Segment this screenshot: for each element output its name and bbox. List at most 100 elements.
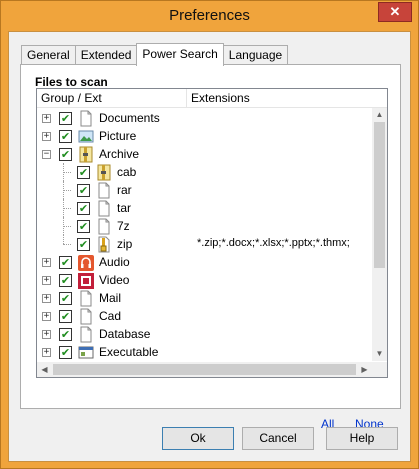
tree-rows: + ✔ Documents + ✔ Picture − ✔ Archive ✔ cab ✔ rar ✔ ta… [37, 109, 372, 361]
row-checkbox[interactable]: ✔ [59, 310, 72, 323]
row-label: Audio [99, 255, 130, 269]
expand-icon[interactable]: + [42, 276, 51, 285]
power-search-panel: Files to scan Group / Ext Extensions + ✔ D… [20, 64, 401, 431]
tree-connector [63, 190, 71, 191]
scroll-right-arrow-icon[interactable]: ▶ [357, 363, 372, 377]
row-checkbox[interactable]: ✔ [59, 256, 72, 269]
tree-column-header: Group / Ext Extensions [37, 89, 387, 108]
column-extensions[interactable]: Extensions [187, 89, 387, 108]
row-label: 7z [117, 219, 130, 233]
row-label: zip [117, 237, 133, 251]
tree-group-row[interactable]: + ✔ Picture [37, 127, 372, 145]
vertical-scrollbar[interactable]: ▲ ▼ [372, 108, 387, 361]
collapse-icon[interactable]: − [42, 150, 51, 159]
tree-group-row[interactable]: − ✔ Archive [37, 145, 372, 163]
expand-icon[interactable]: + [42, 132, 51, 141]
tab-extended[interactable]: Extended [74, 45, 138, 65]
tree-group-row[interactable]: + ✔ Cad [37, 307, 372, 325]
row-checkbox[interactable]: ✔ [59, 148, 72, 161]
scroll-up-arrow-icon[interactable]: ▲ [372, 108, 387, 122]
tree-connector [63, 217, 64, 235]
window-title: Preferences [169, 7, 250, 24]
document-icon [78, 110, 94, 127]
ok-button[interactable]: Ok [162, 427, 234, 450]
tab-power-search[interactable]: Power Search [136, 43, 224, 66]
expand-icon[interactable]: + [42, 330, 51, 339]
help-button[interactable]: Help [326, 427, 398, 450]
row-checkbox[interactable]: ✔ [77, 220, 90, 233]
blank-file-icon [96, 218, 112, 235]
row-checkbox[interactable]: ✔ [59, 130, 72, 143]
title-bar[interactable]: Preferences ✕ [1, 1, 418, 31]
tree-connector [63, 244, 71, 245]
horizontal-scroll-thumb[interactable] [53, 364, 356, 375]
tree-group-row[interactable]: + ✔ Video [37, 271, 372, 289]
tree-connector [63, 199, 64, 217]
tree-connector [63, 226, 71, 227]
tree-child-row[interactable]: ✔ 7z [37, 217, 372, 235]
tree-group-row[interactable]: + ✔ Executable [37, 343, 372, 361]
row-label: Picture [99, 129, 137, 143]
blank-file-icon [96, 200, 112, 217]
cancel-button[interactable]: Cancel [242, 427, 314, 450]
files-to-scan-label: Files to scan [35, 75, 108, 89]
document-icon [78, 326, 94, 343]
tab-strip: General Extended Power Search Language [21, 43, 289, 66]
expand-icon[interactable]: + [42, 258, 51, 267]
tree-group-row[interactable]: + ✔ Database [37, 325, 372, 343]
tree-group-row[interactable]: + ✔ Audio [37, 253, 372, 271]
cab-archive-icon [96, 164, 112, 181]
tree-group-row[interactable]: + ✔ Documents [37, 109, 372, 127]
row-label: Executable [99, 345, 159, 359]
row-checkbox[interactable]: ✔ [77, 166, 90, 179]
tree-child-row[interactable]: ✔ cab [37, 163, 372, 181]
scroll-corner [372, 362, 387, 377]
executable-icon [78, 344, 94, 361]
scroll-down-arrow-icon[interactable]: ▼ [372, 347, 387, 361]
row-checkbox[interactable]: ✔ [77, 202, 90, 215]
tree-child-row[interactable]: ✔ tar [37, 199, 372, 217]
row-label: Video [99, 273, 130, 287]
column-group-ext[interactable]: Group / Ext [37, 89, 186, 108]
expand-icon[interactable]: + [42, 114, 51, 123]
tree-connector [63, 181, 64, 199]
close-icon: ✕ [389, 4, 401, 19]
row-label: Cad [99, 309, 122, 323]
row-checkbox[interactable]: ✔ [59, 112, 72, 125]
tree-group-row[interactable]: + ✔ Mail [37, 289, 372, 307]
expand-icon[interactable]: + [42, 348, 51, 357]
row-label: tar [117, 201, 132, 215]
tree-connector [63, 208, 71, 209]
vertical-scroll-thumb[interactable] [374, 122, 385, 268]
document-icon [78, 308, 94, 325]
close-button[interactable]: ✕ [378, 2, 412, 22]
tree-child-row[interactable]: ✔ rar [37, 181, 372, 199]
preferences-window: Preferences ✕ General Extended Power Sea… [0, 0, 419, 469]
tree-connector [63, 235, 64, 244]
file-type-tree[interactable]: Group / Ext Extensions + ✔ Documents + ✔ Pict… [36, 88, 388, 378]
tree-connector [63, 172, 71, 173]
expand-icon[interactable]: + [42, 312, 51, 321]
row-checkbox[interactable]: ✔ [59, 292, 72, 305]
row-checkbox[interactable]: ✔ [59, 346, 72, 359]
row-label: Database [99, 327, 151, 341]
row-label: Archive [99, 147, 140, 161]
row-label: Documents [99, 111, 160, 125]
headphones-icon [78, 254, 94, 271]
expand-icon[interactable]: + [42, 294, 51, 303]
row-label: Mail [99, 291, 122, 305]
zip-archive-icon [96, 236, 112, 253]
row-checkbox[interactable]: ✔ [59, 274, 72, 287]
scroll-left-arrow-icon[interactable]: ◀ [37, 363, 52, 377]
row-checkbox[interactable]: ✔ [59, 328, 72, 341]
tree-child-row[interactable]: ✔ zip *.zip;*.docx;*.xlsx;*.pptx;*.thmx; [37, 235, 372, 253]
blank-file-icon [96, 182, 112, 199]
row-checkbox[interactable]: ✔ [77, 184, 90, 197]
row-extensions: *.zip;*.docx;*.xlsx;*.pptx;*.thmx; [197, 237, 350, 249]
tab-language[interactable]: Language [222, 45, 289, 65]
document-icon [78, 290, 94, 307]
video-icon [78, 272, 94, 289]
row-checkbox[interactable]: ✔ [77, 238, 90, 251]
horizontal-scrollbar[interactable]: ◀ ▶ [37, 362, 372, 377]
tab-general[interactable]: General [21, 45, 76, 65]
